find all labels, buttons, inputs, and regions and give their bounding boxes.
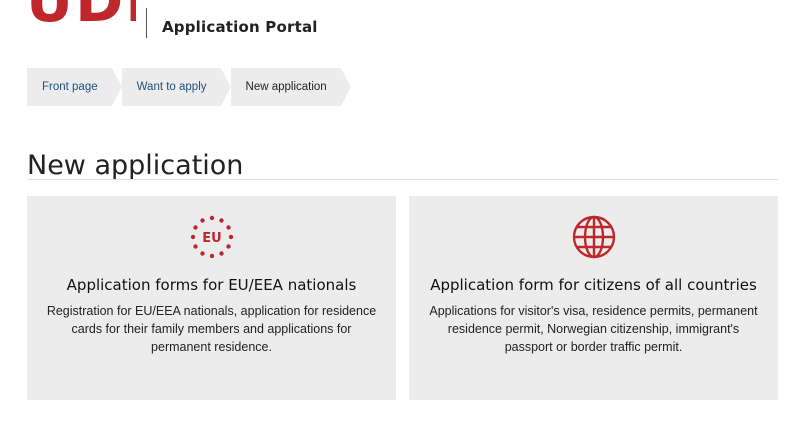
- breadcrumb-front-page[interactable]: Front page: [27, 68, 122, 106]
- breadcrumb: Front page Want to apply New application: [27, 68, 351, 106]
- all-countries-card[interactable]: Application form for citizens of all cou…: [409, 196, 778, 400]
- title-divider: [27, 179, 778, 180]
- eu-stars-icon: EU: [189, 214, 235, 260]
- card-description: Applications for visitor's visa, residen…: [429, 304, 758, 354]
- page-title: New application: [27, 150, 244, 182]
- card-title: Application form for citizens of all cou…: [430, 276, 757, 294]
- card-description: Registration for EU/EEA nationals, appli…: [46, 304, 377, 354]
- site-header: UDI Application Portal: [0, 0, 800, 45]
- logo-text: UDI: [26, 0, 136, 35]
- eu-icon-text: EU: [202, 231, 221, 246]
- eu-eea-card[interactable]: EU Application forms for EU/EEA national…: [27, 196, 396, 400]
- breadcrumb-current: New application: [230, 68, 351, 106]
- breadcrumb-want-to-apply[interactable]: Want to apply: [121, 68, 231, 106]
- header-separator: [146, 8, 147, 38]
- globe-icon: [571, 214, 617, 260]
- portal-title: Application Portal: [162, 18, 318, 36]
- udi-logo[interactable]: UDI: [26, 0, 136, 38]
- header-top-clip: [445, 0, 775, 4]
- card-title: Application forms for EU/EEA nationals: [66, 276, 357, 294]
